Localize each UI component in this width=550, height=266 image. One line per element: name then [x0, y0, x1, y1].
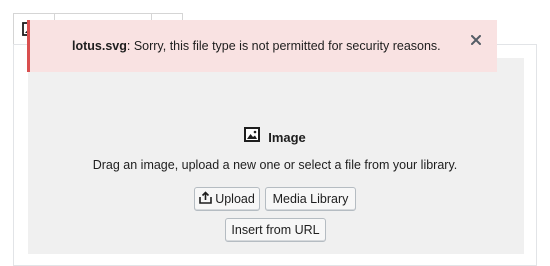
placeholder-instructions: Drag an image, upload a new one or selec… — [92, 158, 458, 172]
image-icon — [244, 127, 261, 147]
upload-icon — [199, 191, 212, 207]
placeholder-label-row: Image — [0, 127, 550, 147]
notice-filename: lotus.svg — [72, 39, 127, 53]
error-notice: lotus.svg: Sorry, this file type is not … — [27, 20, 497, 72]
insert-from-url-button[interactable]: Insert from URL — [225, 218, 326, 242]
upload-label: Upload — [215, 192, 255, 206]
editor-page: lotus.svg: Sorry, this file type is not … — [0, 0, 550, 266]
notice-text: : Sorry, this file type is not permitted… — [126, 39, 441, 53]
close-icon[interactable] — [471, 34, 483, 46]
placeholder-label: Image — [244, 127, 306, 147]
upload-button[interactable]: Upload — [194, 187, 260, 211]
placeholder-title: Image — [268, 129, 306, 145]
media-library-button[interactable]: Media Library — [265, 187, 356, 211]
notice-message: lotus.svg: Sorry, this file type is not … — [72, 39, 441, 53]
